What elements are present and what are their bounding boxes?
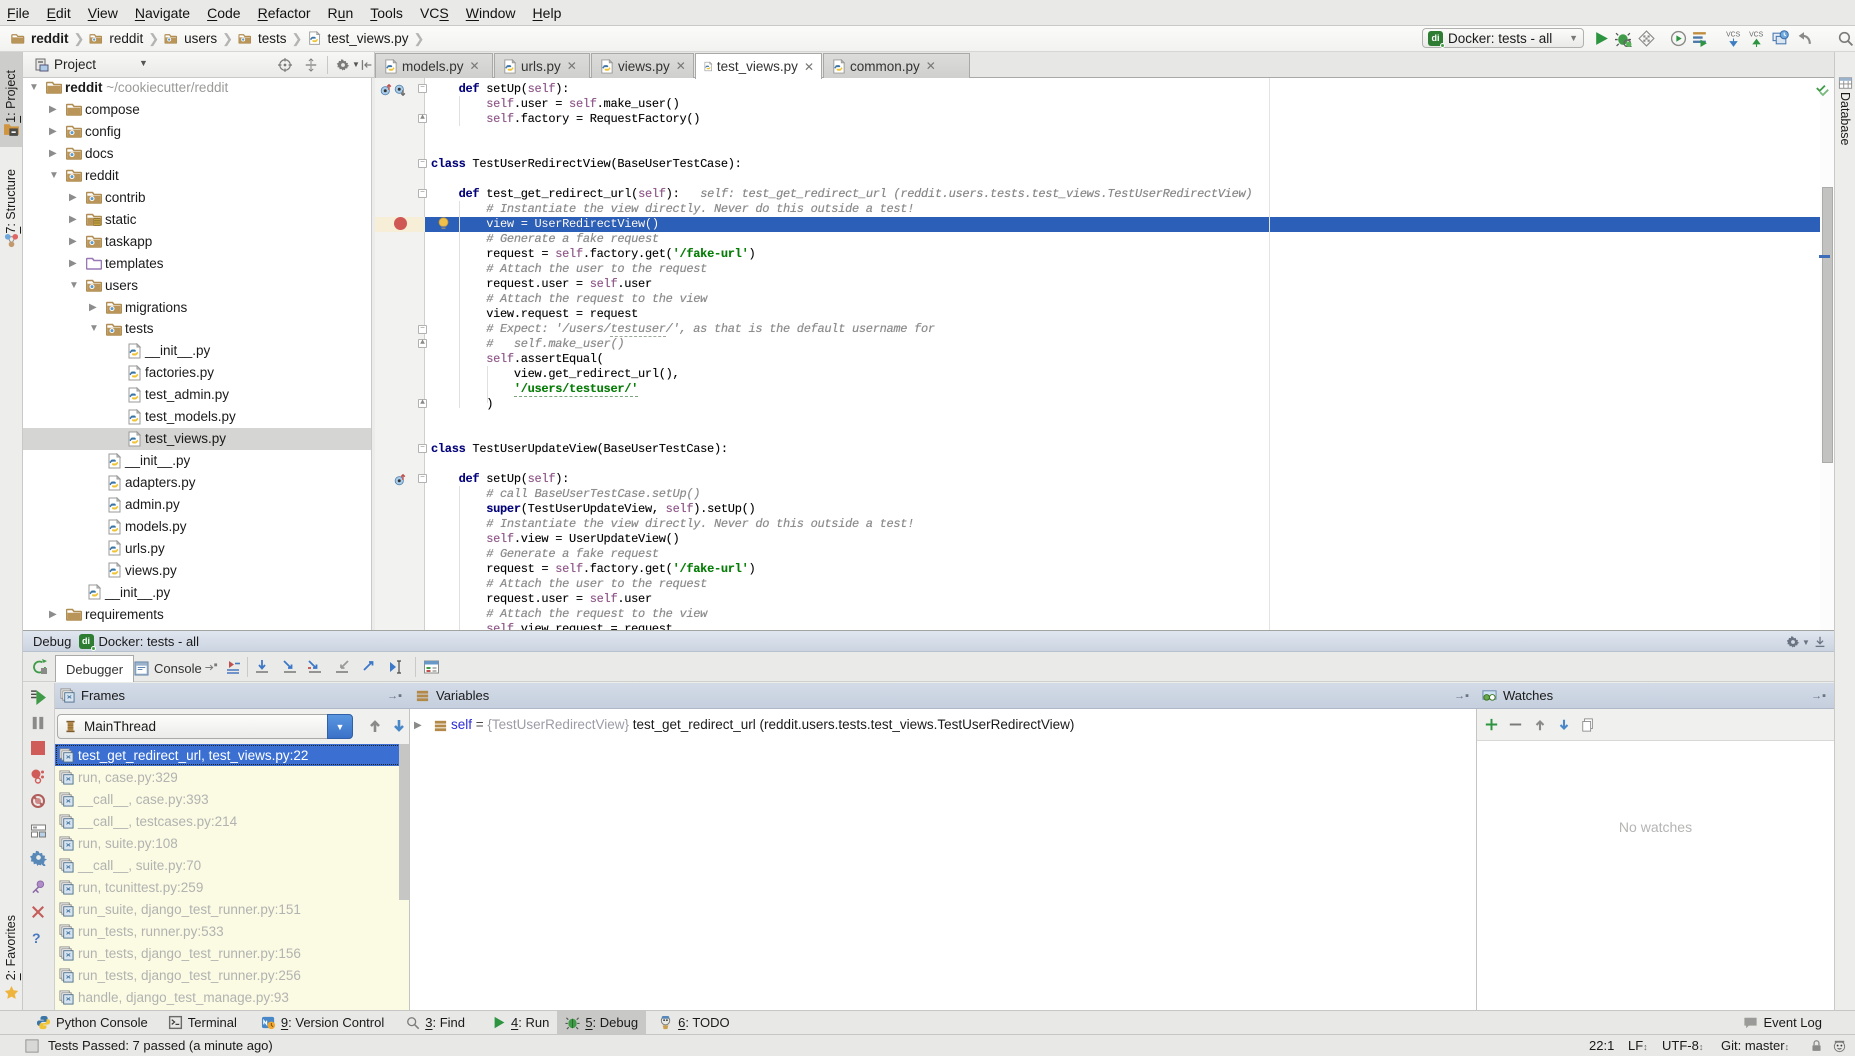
svg-text:VCS: VCS (1726, 31, 1741, 38)
svg-text:VCS: VCS (1749, 31, 1764, 38)
